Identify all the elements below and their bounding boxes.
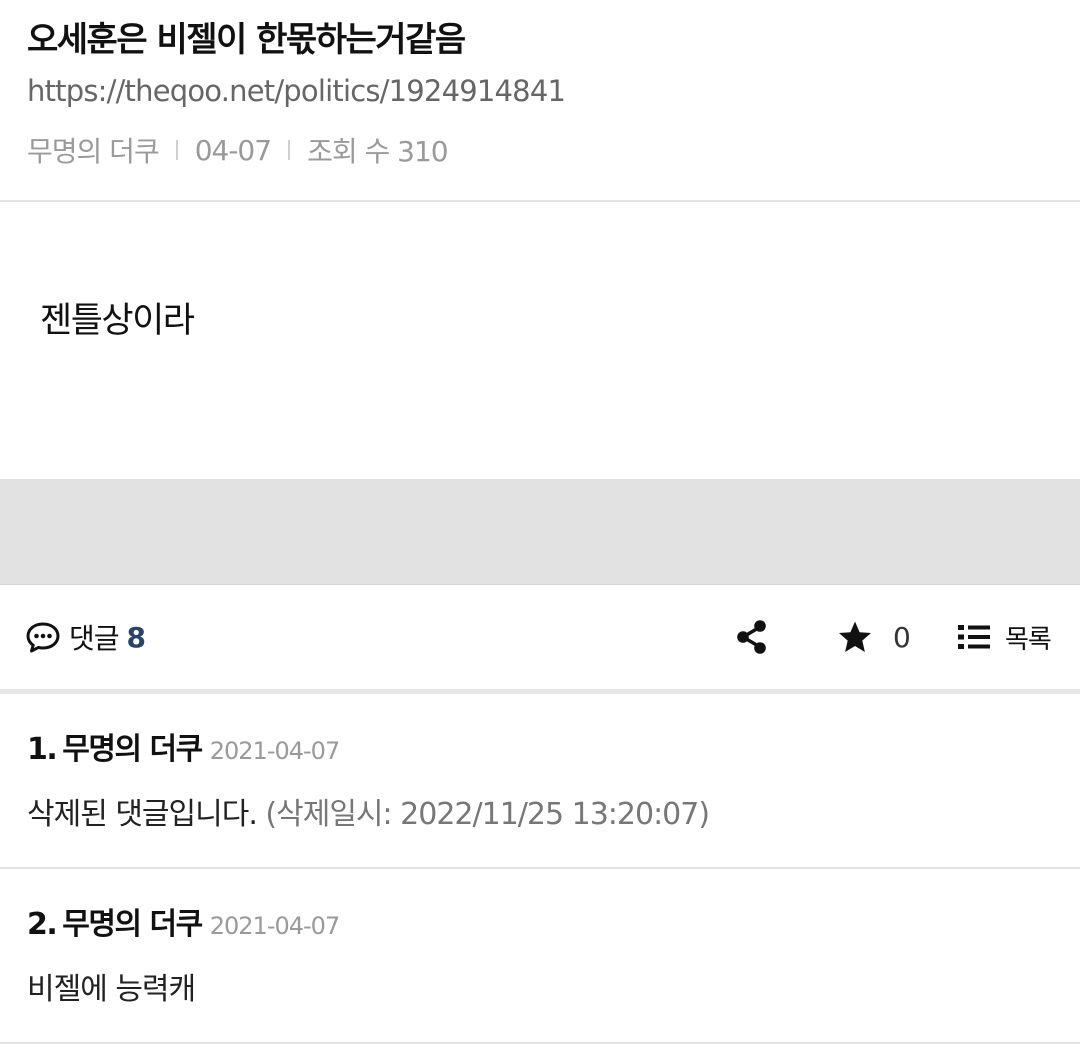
- comment-text: 비젤에 능력캐: [27, 972, 196, 1007]
- post-url-link[interactable]: https://theqoo.net/politics/1924914841: [27, 74, 566, 108]
- favorite-button[interactable]: 0: [837, 585, 911, 689]
- comment-number: 1.: [27, 732, 58, 767]
- meta-divider: [288, 140, 291, 160]
- ad-placeholder: [0, 479, 1080, 585]
- comments-toggle-button[interactable]: 댓글 8: [25, 585, 147, 689]
- share-icon: [735, 619, 769, 655]
- comment-header: 1. 무명의 더쿠 2021-04-07: [27, 724, 340, 768]
- post-author: 무명의 더쿠: [27, 135, 160, 168]
- comment-body: 삭제된 댓글입니다. (삭제일시: 2022/11/25 13:20:07): [27, 789, 710, 833]
- post-toolbar: 댓글 8 0 목록: [0, 585, 1080, 694]
- comment-author[interactable]: 무명의 더쿠: [62, 899, 203, 943]
- star-icon: [837, 620, 873, 654]
- comment-date: 2021-04-07: [209, 737, 340, 765]
- favorite-count: 0: [893, 620, 911, 654]
- post-meta: 무명의 더쿠 04-07 조회 수 310: [27, 130, 449, 170]
- comment-date: 2021-04-07: [209, 912, 340, 940]
- post-body-text: 젠틀상이라: [40, 301, 195, 341]
- post-content: 젠틀상이라: [0, 202, 1080, 479]
- comment-number: 2.: [27, 907, 58, 942]
- share-button[interactable]: [735, 585, 769, 689]
- list-icon: [957, 623, 991, 651]
- comment-header: 2. 무명의 더쿠 2021-04-07: [27, 899, 340, 943]
- list-button[interactable]: 목록: [957, 585, 1052, 689]
- comment-text: 삭제된 댓글입니다.: [27, 797, 258, 832]
- comments-count: 8: [126, 620, 147, 654]
- comments-label: 댓글: [69, 622, 120, 655]
- comment-icon: [25, 621, 61, 653]
- post-header: 오세훈은 비젤이 한몫하는거같음 https://theqoo.net/poli…: [0, 0, 1080, 202]
- post-views: 조회 수 310: [307, 135, 449, 168]
- comment-body: 비젤에 능력캐: [27, 964, 196, 1008]
- comment-author[interactable]: 무명의 더쿠: [62, 724, 203, 768]
- comment-item: 2. 무명의 더쿠 2021-04-07 비젤에 능력캐: [0, 869, 1080, 1044]
- meta-divider: [175, 140, 178, 160]
- comment-item: 1. 무명의 더쿠 2021-04-07 삭제된 댓글입니다. (삭제일시: 2…: [0, 694, 1080, 869]
- comment-deleted-time: (삭제일시: 2022/11/25 13:20:07): [265, 797, 710, 832]
- post-title: 오세훈은 비젤이 한몫하는거같음: [27, 20, 466, 60]
- list-label: 목록: [1005, 624, 1052, 655]
- post-date: 04-07: [194, 133, 272, 167]
